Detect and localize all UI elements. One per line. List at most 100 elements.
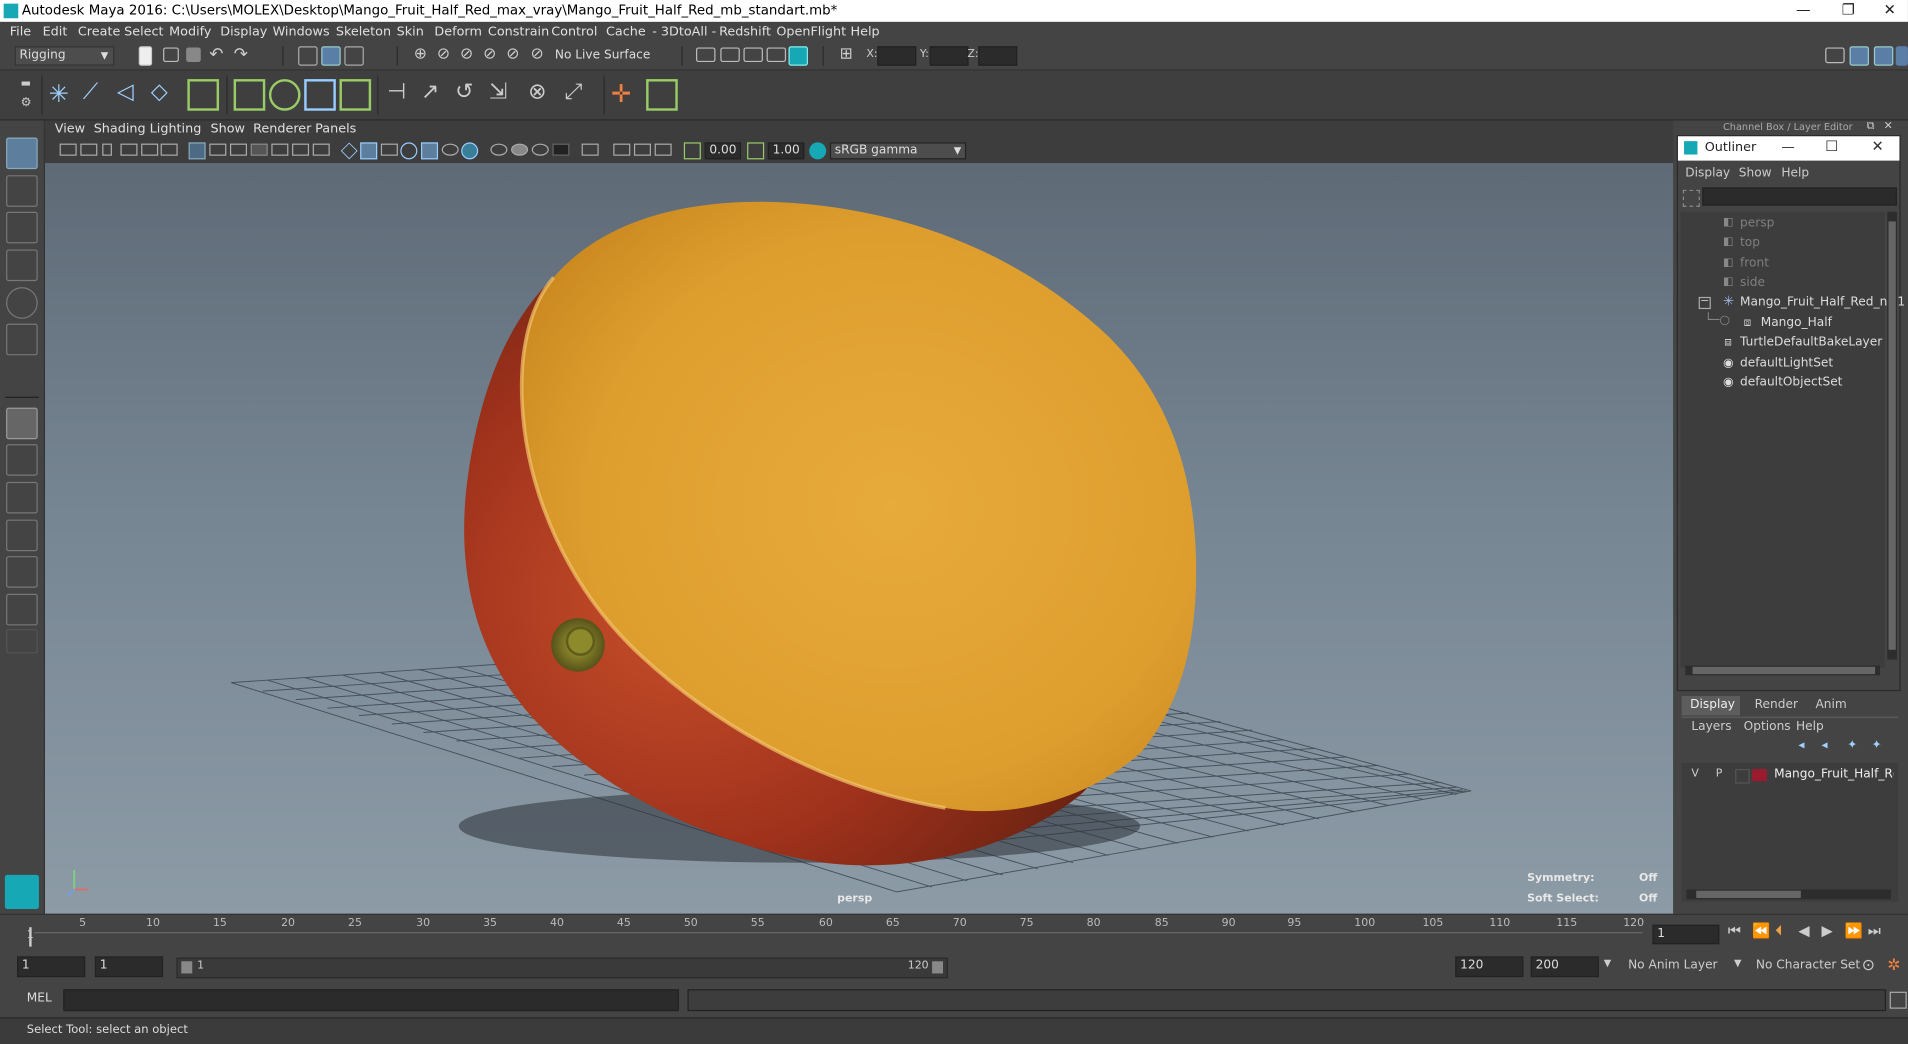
- undo-icon[interactable]: ↶: [209, 45, 223, 64]
- move-tool-icon[interactable]: [6, 249, 38, 282]
- snap-view-plane-icon[interactable]: ⊘: [483, 45, 496, 63]
- layer-menu-layers[interactable]: Layers: [1691, 720, 1731, 733]
- use-all-lights-icon[interactable]: [421, 142, 439, 160]
- xray-joints-icon[interactable]: [613, 143, 631, 156]
- aim-constraint-icon[interactable]: ↗: [421, 79, 453, 111]
- viewport-menu-view[interactable]: View: [55, 122, 85, 137]
- backface-culling-icon[interactable]: [654, 143, 672, 156]
- motion-blur-icon[interactable]: [490, 143, 508, 156]
- snap-point-icon[interactable]: ⊘: [460, 45, 473, 63]
- menu-skeleton[interactable]: Skeleton: [336, 24, 391, 39]
- y-coord-field[interactable]: [929, 46, 969, 66]
- persp-graph-layout-icon[interactable]: [6, 519, 38, 552]
- bookmark-icon[interactable]: [102, 143, 112, 156]
- menu-constrain[interactable]: Constrain: [488, 24, 549, 39]
- new-layer-selected-icon[interactable]: ✦: [1871, 739, 1881, 752]
- persp-outliner-layout-icon[interactable]: [6, 481, 38, 514]
- animation-start-field[interactable]: 1: [17, 956, 86, 978]
- tab-render[interactable]: Render: [1755, 698, 1798, 711]
- smooth-shade-icon[interactable]: [360, 142, 378, 160]
- step-back-frame-icon[interactable]: ⏴: [1775, 922, 1782, 940]
- outliner-menu-help[interactable]: Help: [1781, 167, 1809, 180]
- close-button[interactable]: ✕: [1869, 0, 1908, 22]
- float-panel-icon[interactable]: ⧉: [1867, 120, 1875, 132]
- script-editor-icon[interactable]: [1889, 991, 1907, 1009]
- character-set-dropdown[interactable]: No Character Set: [1756, 959, 1860, 972]
- menu-file[interactable]: File: [10, 24, 31, 39]
- restore-button[interactable]: ❐: [1828, 0, 1869, 22]
- tab-display[interactable]: Display: [1681, 696, 1741, 716]
- select-tool-icon[interactable]: [6, 137, 38, 170]
- viewport-menu-renderer[interactable]: Renderer: [253, 122, 311, 137]
- gamma-field[interactable]: 1.00: [767, 142, 805, 160]
- joint-tool-icon[interactable]: ✳: [49, 79, 81, 111]
- outliner-item-side[interactable]: ◧ side: [1680, 274, 1887, 293]
- parent-constraint-icon[interactable]: ⊗: [528, 79, 560, 111]
- move-layer-up-icon[interactable]: ◂: [1798, 739, 1804, 752]
- time-slider[interactable]: 1 5 10 15 20 25 30 35 40 45 50 55 60 65 …: [0, 913, 1908, 952]
- depth-of-field-icon[interactable]: [531, 143, 549, 156]
- resolution-gate-icon[interactable]: [229, 143, 248, 156]
- animation-end-field[interactable]: 200: [1530, 956, 1599, 978]
- grid-icon[interactable]: [188, 142, 206, 160]
- image-plane-icon[interactable]: [120, 143, 138, 156]
- tool-settings-icon[interactable]: [1873, 46, 1894, 66]
- xray-components-icon[interactable]: [633, 143, 651, 156]
- outliner-item-top[interactable]: ◧ top: [1680, 234, 1887, 253]
- layer-row[interactable]: V P Mango_Fruit_Half_Red: [1684, 765, 1896, 784]
- safe-action-icon[interactable]: [292, 143, 310, 156]
- current-frame-field[interactable]: 1: [1652, 924, 1720, 945]
- range-end-handle[interactable]: [932, 961, 944, 974]
- go-to-end-icon[interactable]: ⏭: [1868, 922, 1881, 940]
- modeling-toolkit-icon[interactable]: [1825, 47, 1845, 64]
- menu-display[interactable]: Display: [220, 24, 267, 39]
- multisample-aa-icon[interactable]: [511, 143, 529, 156]
- color-space-dropdown[interactable]: sRGB gamma ▼: [829, 142, 967, 160]
- layer-menu-help[interactable]: Help: [1796, 720, 1824, 733]
- shadows-icon[interactable]: [441, 143, 459, 156]
- viewport-menu-lighting[interactable]: Lighting: [150, 122, 202, 137]
- ik-handle-icon[interactable]: ⟋: [83, 79, 115, 111]
- command-language-toggle[interactable]: MEL: [27, 992, 52, 1005]
- layer-visibility-toggle[interactable]: V: [1691, 768, 1699, 780]
- cluster-icon[interactable]: [233, 79, 266, 111]
- save-scene-icon[interactable]: [186, 47, 201, 63]
- outliner-filter-icon[interactable]: [1682, 189, 1700, 207]
- ik-spline-icon[interactable]: ◁: [117, 79, 149, 111]
- screen-space-ao-icon[interactable]: [461, 142, 479, 160]
- current-time-indicator[interactable]: [29, 927, 32, 947]
- outliner-close-button[interactable]: ✕: [1871, 137, 1883, 154]
- orient-constraint-icon[interactable]: ↺: [455, 79, 487, 111]
- lattice-icon[interactable]: [268, 79, 301, 111]
- step-back-key-icon[interactable]: ⏪: [1752, 922, 1770, 939]
- viewport-menu-panels[interactable]: Panels: [315, 122, 356, 137]
- range-slider-bar[interactable]: 1 120: [176, 957, 948, 979]
- menu-select[interactable]: Select: [124, 24, 163, 39]
- chevron-down-icon[interactable]: ▼: [1604, 958, 1611, 969]
- play-backwards-icon[interactable]: ◀: [1798, 922, 1809, 939]
- outliner-item-turtle-bake-layer[interactable]: ⧈ TurtleDefaultBakeLayer: [1680, 333, 1887, 352]
- step-forward-key-icon[interactable]: ⏩: [1845, 922, 1863, 939]
- layer-menu-options[interactable]: Options: [1744, 720, 1791, 733]
- scale-tool-icon[interactable]: [6, 323, 38, 356]
- menu-windows[interactable]: Windows: [273, 24, 330, 39]
- command-input[interactable]: [63, 989, 679, 1012]
- redo-icon[interactable]: ↷: [234, 45, 248, 64]
- animation-preferences-icon[interactable]: ✲: [1887, 956, 1900, 974]
- lasso-tool-icon[interactable]: [6, 175, 38, 207]
- outliner-item-default-object-set[interactable]: ◉ defaultObjectSet: [1680, 374, 1887, 393]
- z-coord-field[interactable]: [978, 46, 1018, 66]
- transform-mode-icon[interactable]: ⊞: [840, 45, 853, 63]
- outliner-item-mango-half[interactable]: └─○ ⧈ Mango_Half: [1680, 314, 1887, 333]
- layer-scrollbar[interactable]: [1686, 889, 1891, 900]
- blend-shape-icon[interactable]: [339, 79, 372, 111]
- viewport-menu-show[interactable]: Show: [211, 122, 245, 137]
- hypershade-icon[interactable]: [788, 46, 808, 66]
- menu-skin[interactable]: Skin: [397, 24, 424, 39]
- attribute-editor-icon[interactable]: [1849, 46, 1870, 66]
- color-management-icon[interactable]: [809, 142, 827, 160]
- open-scene-icon[interactable]: [163, 47, 179, 63]
- layer-playback-toggle[interactable]: P: [1716, 768, 1723, 780]
- film-gate-icon[interactable]: [209, 143, 227, 156]
- layer-display-type[interactable]: [1735, 769, 1750, 784]
